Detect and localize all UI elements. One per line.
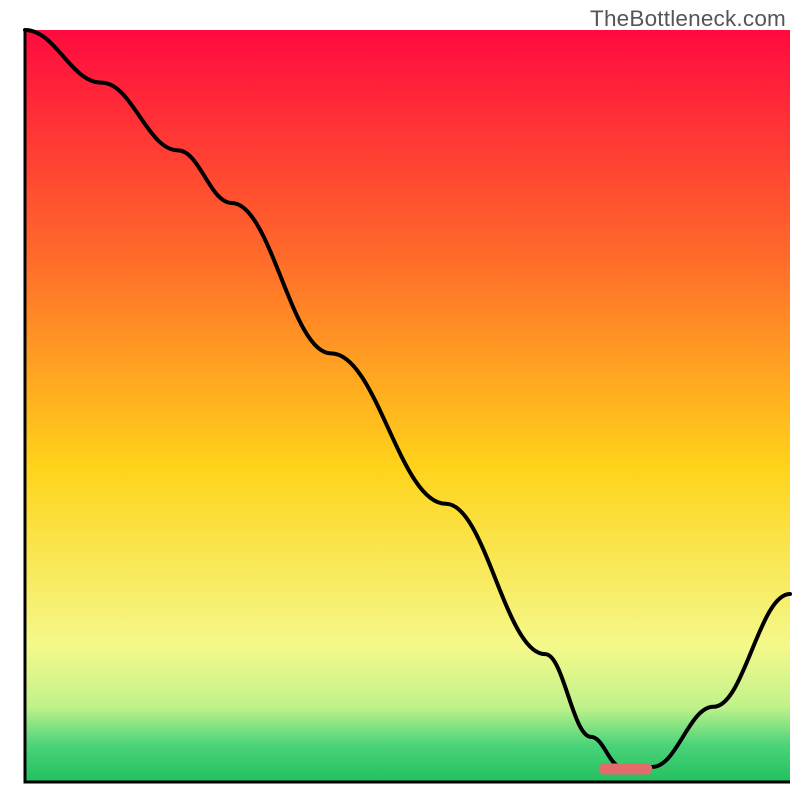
plot-background xyxy=(25,30,790,782)
bottleneck-chart xyxy=(0,0,800,800)
watermark-text: TheBottleneck.com xyxy=(590,6,786,32)
chart-container: TheBottleneck.com xyxy=(0,0,800,800)
optimal-marker xyxy=(599,763,653,774)
